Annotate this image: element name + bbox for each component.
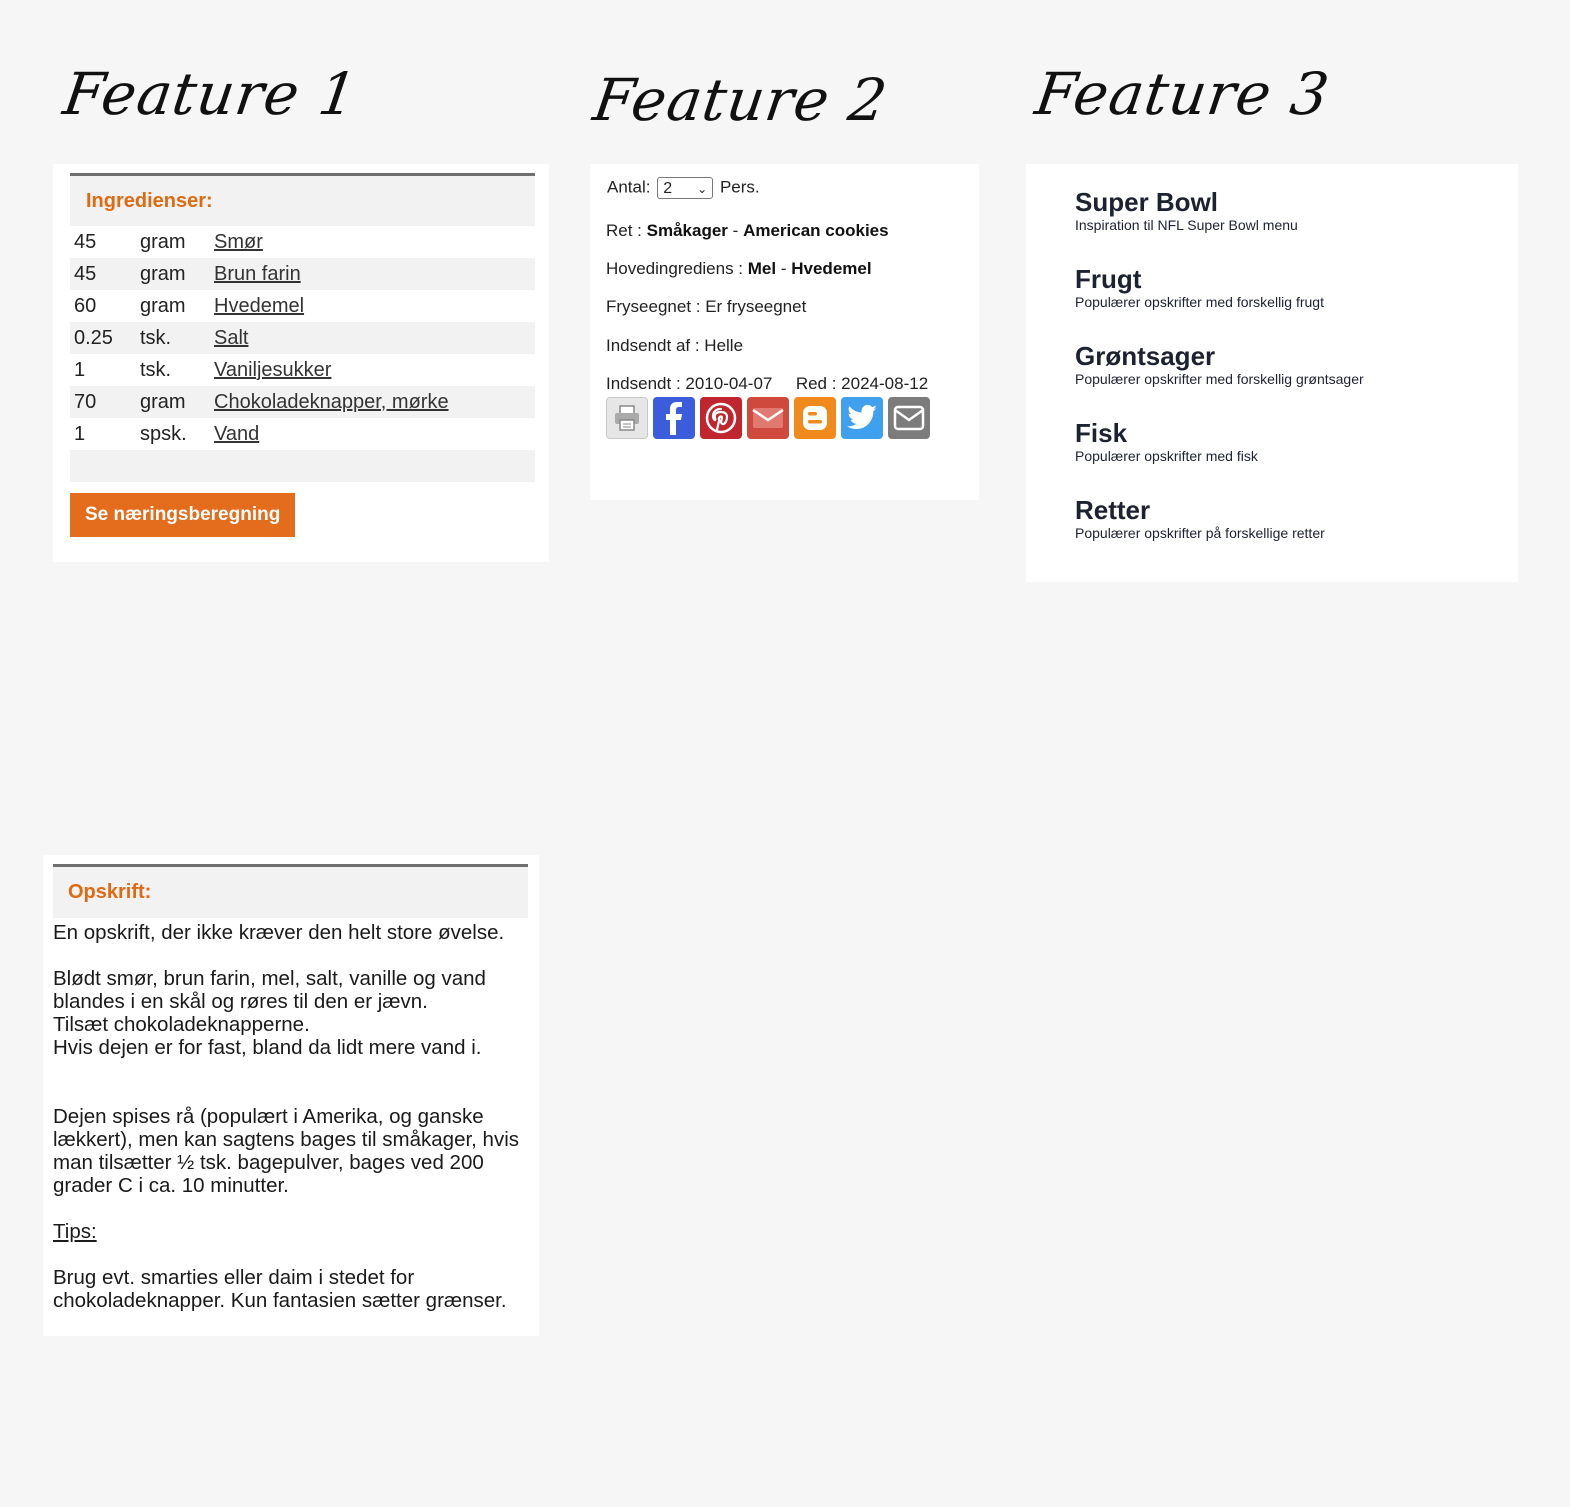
ingredients-card: Ingredienser: 45 gram Smør 45 gram Brun … <box>53 164 549 562</box>
ingredient-row: 0.25 tsk. Salt <box>70 322 535 354</box>
ingredient-link[interactable]: Smør <box>214 231 263 254</box>
category-title[interactable]: Retter <box>1075 496 1325 524</box>
twitter-icon[interactable] <box>841 397 883 439</box>
ingredient-unit: tsk. <box>140 326 172 349</box>
ingredient-amount: 1 <box>74 358 86 381</box>
ingredient-link[interactable]: Hvedemel <box>214 295 304 318</box>
ingredient-unit: gram <box>140 230 186 253</box>
category-description: Inspiration til NFL Super Bowl menu <box>1075 217 1298 233</box>
ingredient-row: 1 spsk. Vand <box>70 418 535 450</box>
servings-row: Antal: 2 ⌄ Pers. <box>607 177 760 199</box>
main-ingredient-label: Hovedingrediens : <box>606 259 744 278</box>
ingredient-amount: 60 <box>74 294 97 317</box>
ingredient-row-empty <box>70 450 535 482</box>
email-icon[interactable] <box>888 397 930 439</box>
category-description: Populærer opskrifter med forskellig frug… <box>1075 294 1324 310</box>
submitted-by-row: Indsendt af : Helle <box>606 336 744 355</box>
ingredients-header: Ingredienser: <box>70 173 535 226</box>
category-description: Populærer opskrifter med fisk <box>1075 448 1258 464</box>
ingredient-row: 1 tsk. Vaniljesukker <box>70 354 535 386</box>
recipe-step: Tilsæt chokoladeknapperne. <box>53 1013 310 1036</box>
ingredient-amount: 0.25 <box>74 326 113 349</box>
tips-text: Brug evt. smarties eller daim i stedet f… <box>53 1266 415 1289</box>
category-title[interactable]: Fisk <box>1075 419 1258 447</box>
feature-3-heading: Feature 3 <box>1031 60 1334 128</box>
ingredient-amount: 45 <box>74 262 97 285</box>
ingredient-row: 45 gram Brun farin <box>70 258 535 290</box>
ingredient-row: 70 gram Chokoladeknapper, mørke <box>70 386 535 418</box>
ingredient-unit: gram <box>140 294 186 317</box>
ingredient-row: 60 gram Hvedemel <box>70 290 535 322</box>
recipe-step: blandes i en skål og røres til den er jæ… <box>53 990 428 1013</box>
category-item[interactable]: Super Bowl Inspiration til NFL Super Bow… <box>1075 188 1298 233</box>
main-ingredient-category: Mel <box>747 259 777 278</box>
ingredient-row: 45 gram Smør <box>70 226 535 258</box>
ingredient-link[interactable]: Brun farin <box>214 263 301 286</box>
dish-separator: - <box>732 221 739 240</box>
recipe-card: Opskrift: En opskrift, der ikke kræver d… <box>43 855 539 1336</box>
feature-1-heading: Feature 1 <box>59 60 362 128</box>
pinterest-icon[interactable] <box>700 397 742 439</box>
recipe-step: Blødt smør, brun farin, mel, salt, vanil… <box>53 967 486 990</box>
tips-text: chokoladeknapper. Kun fantasien sætter g… <box>53 1289 507 1312</box>
category-title[interactable]: Super Bowl <box>1075 188 1298 216</box>
dates-row: Indsendt : 2010-04-07 Red : 2024-08-12 <box>606 374 928 394</box>
category-title[interactable]: Grøntsager <box>1075 342 1364 370</box>
gmail-icon[interactable] <box>747 397 789 439</box>
ingredient-unit: gram <box>140 262 186 285</box>
category-item[interactable]: Grøntsager Populærer opskrifter med fors… <box>1075 342 1364 387</box>
share-buttons <box>606 397 930 439</box>
servings-select[interactable]: 2 ⌄ <box>657 177 714 199</box>
freezable-row: Fryseegnet : Er fryseegnet <box>606 297 807 316</box>
ingredients-title: Ingredienser: <box>86 189 213 212</box>
recipe-title: Opskrift: <box>68 881 152 903</box>
ingredients-table: 45 gram Smør 45 gram Brun farin 60 gram … <box>70 226 535 482</box>
submitted-date: Indsendt : 2010-04-07 <box>606 374 773 393</box>
recipe-details-card: Antal: 2 ⌄ Pers. Ret : Småkager - America… <box>590 164 979 500</box>
nutrition-button[interactable]: Se næringsberegning <box>70 493 296 537</box>
edited-date: Red : 2024-08-12 <box>795 374 929 393</box>
category-title[interactable]: Frugt <box>1075 265 1324 293</box>
dish-category: Småkager <box>646 221 728 240</box>
chevron-down-icon: ⌄ <box>697 182 708 196</box>
tips-label: Tips: <box>53 1220 97 1243</box>
ingredient-link[interactable]: Chokoladeknapper, mørke <box>214 391 449 414</box>
ingredient-unit: spsk. <box>140 422 187 445</box>
recipe-note: lækkert), men kan sagtens bages til småk… <box>53 1128 520 1151</box>
ingredient-link[interactable]: Vand <box>214 423 259 446</box>
recipe-intro: En opskrift, der ikke kræver den helt st… <box>53 921 505 944</box>
recipe-step: Hvis dejen er for fast, bland da lidt me… <box>53 1036 482 1059</box>
recipe-note: grader C i ca. 10 minutter. <box>53 1174 289 1197</box>
category-item[interactable]: Retter Populærer opskrifter på forskelli… <box>1075 496 1325 541</box>
main-ingredient-separator: - <box>780 259 787 278</box>
ingredient-link[interactable]: Vaniljesukker <box>214 359 331 382</box>
ingredient-link[interactable]: Salt <box>214 327 248 350</box>
ingredient-amount: 45 <box>74 230 97 253</box>
category-item[interactable]: Fisk Populærer opskrifter med fisk <box>1075 419 1258 464</box>
feature-2-heading: Feature 2 <box>589 66 892 134</box>
recipe-note: man tilsætter ½ tsk. bagepulver, bages v… <box>53 1151 484 1174</box>
dish-label: Ret : <box>606 221 642 240</box>
ingredient-unit: gram <box>140 390 186 413</box>
recipe-note: Dejen spises rå (populært i Amerika, og … <box>53 1105 484 1128</box>
servings-value: 2 <box>663 180 673 197</box>
dish-row: Ret : Småkager - American cookies <box>606 221 889 241</box>
ingredient-unit: tsk. <box>140 358 172 381</box>
ingredient-amount: 1 <box>74 422 86 445</box>
category-description: Populærer opskrifter på forskellige rett… <box>1075 525 1325 541</box>
main-ingredient-row: Hovedingrediens : Mel - Hvedemel <box>606 259 872 279</box>
blogger-icon[interactable] <box>794 397 836 439</box>
printer-icon[interactable] <box>606 397 648 439</box>
dish-name: American cookies <box>743 221 889 240</box>
main-ingredient-name: Hvedemel <box>791 259 872 278</box>
recipe-body: En opskrift, der ikke kræver den helt st… <box>53 921 523 1312</box>
category-description: Populærer opskrifter med forskellig grøn… <box>1075 371 1364 387</box>
servings-unit: Pers. <box>719 177 760 197</box>
category-item[interactable]: Frugt Populærer opskrifter med forskelli… <box>1075 265 1324 310</box>
recipe-header: Opskrift: <box>53 864 528 918</box>
facebook-icon[interactable] <box>653 397 695 439</box>
categories-card: Super Bowl Inspiration til NFL Super Bow… <box>1026 164 1518 582</box>
ingredient-amount: 70 <box>74 390 97 413</box>
servings-label: Antal: <box>607 177 651 197</box>
